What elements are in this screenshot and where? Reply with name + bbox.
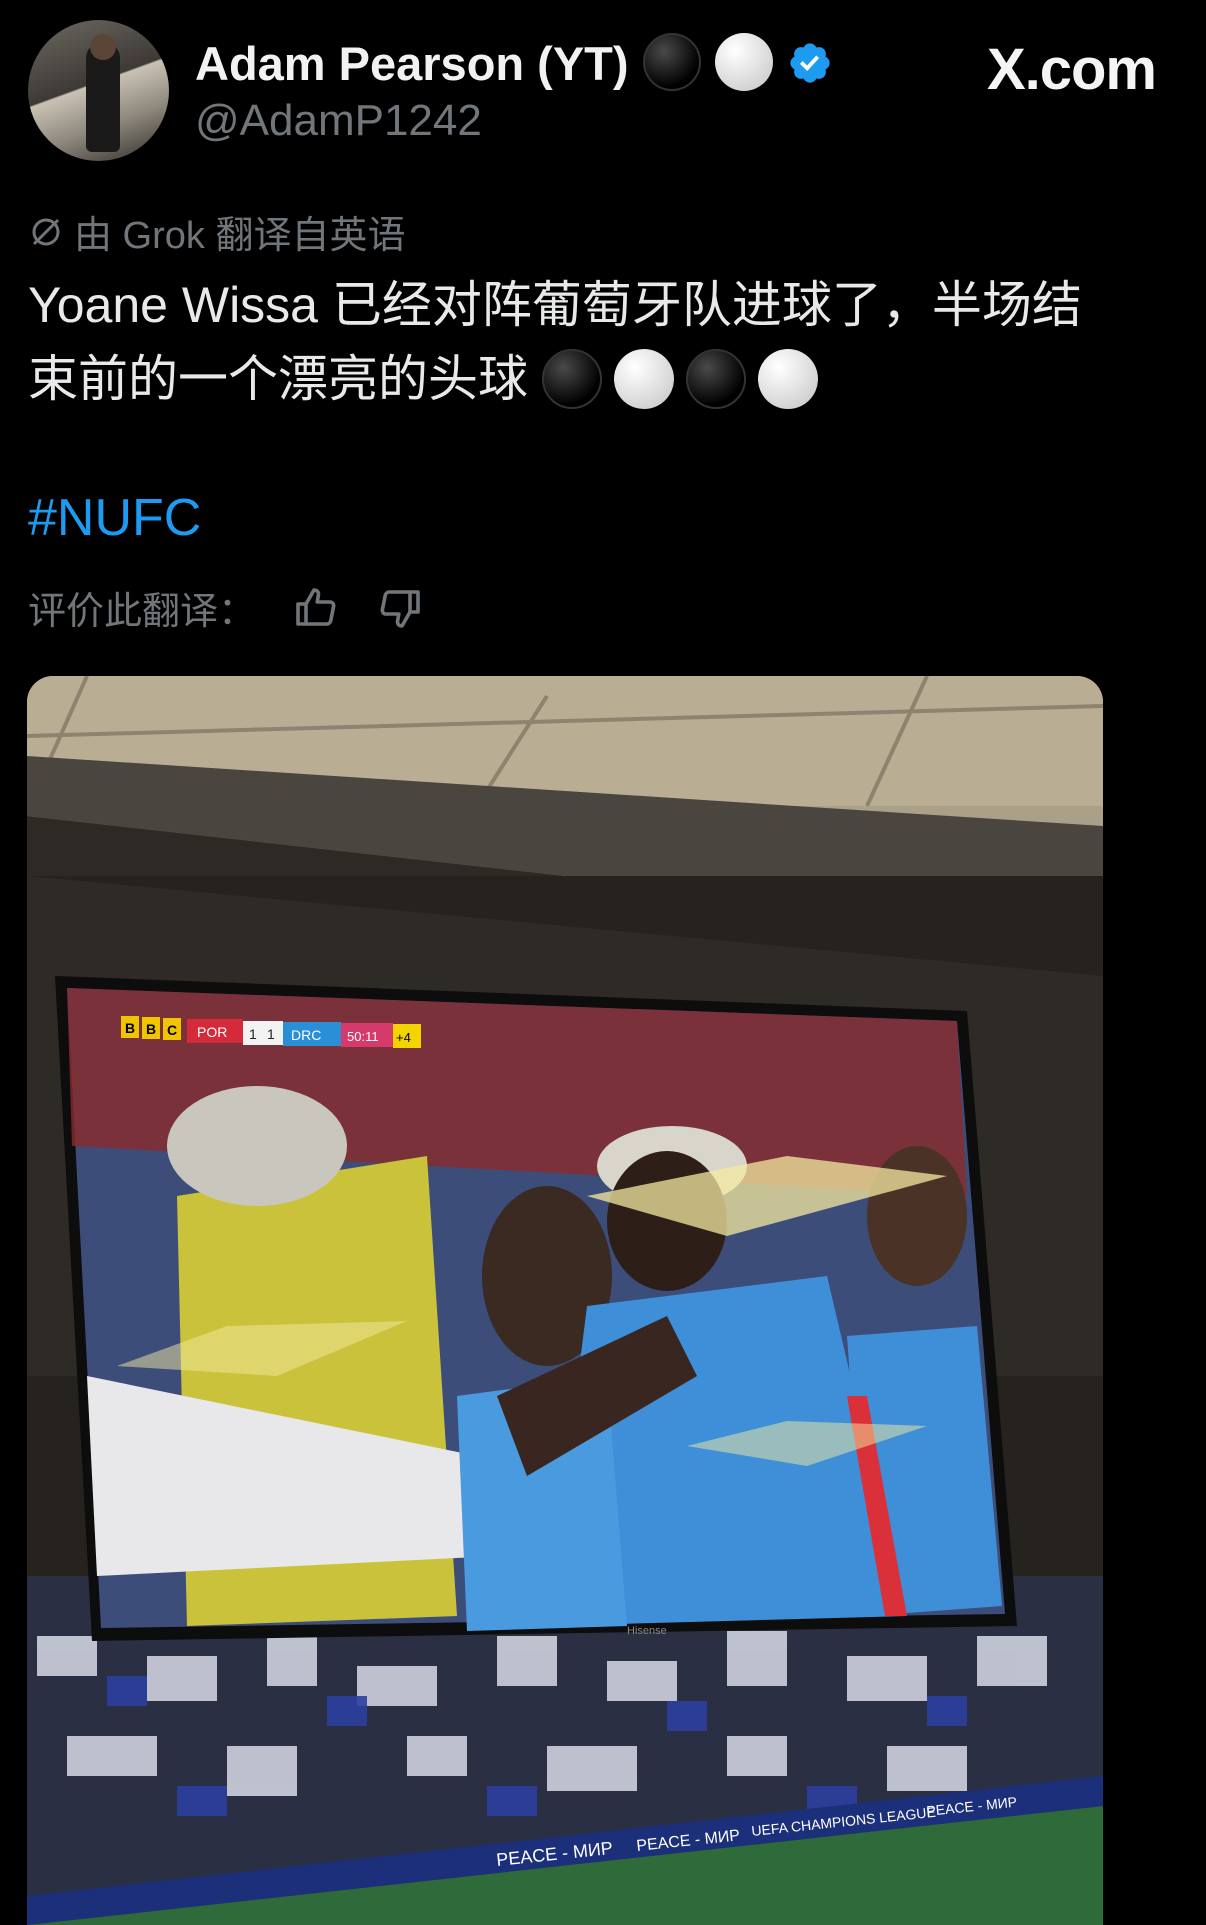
thumbs-up-icon[interactable]: [292, 584, 340, 632]
black-circle-emoji: [643, 33, 701, 91]
broadcaster-letter-1: B: [125, 1020, 135, 1036]
verified-badge-icon: [790, 43, 830, 83]
tweet-text-line-2-text: 束前的一个漂亮的头球: [28, 351, 528, 407]
avatar-head: [90, 34, 116, 60]
hashtag-link[interactable]: #NUFC: [28, 488, 201, 548]
translation-note-text: 由 Grok 翻译自英语: [74, 215, 406, 257]
tweet-text-line-2: 束前的一个漂亮的头球: [28, 342, 1178, 416]
tweet-text: Yoane Wissa 已经对阵葡萄牙队进球了，半场结 束前的一个漂亮的头球: [28, 268, 1178, 416]
white-circle-emoji: [758, 349, 818, 409]
site-watermark: X.com: [986, 37, 1157, 102]
away-team: DRC: [291, 1027, 321, 1043]
home-team: POR: [197, 1024, 227, 1040]
post-photo[interactable]: PEACE - МИР PEACE - МИР UEFA CHAMPIONS L…: [27, 676, 1103, 1925]
author-name[interactable]: Adam Pearson (YT): [195, 36, 629, 91]
tv-brand-logo: Hisense: [627, 1625, 667, 1637]
black-circle-emoji: [542, 349, 602, 409]
tweet-text-line-1: Yoane Wissa 已经对阵葡萄牙队进球了，半场结: [28, 277, 1082, 333]
photo-illustration: PEACE - МИР PEACE - МИР UEFA CHAMPIONS L…: [27, 676, 1103, 1925]
away-score: 1: [267, 1026, 275, 1042]
match-clock: 50:11: [347, 1029, 379, 1044]
avatar[interactable]: [28, 20, 169, 161]
thumbs-down-icon[interactable]: [376, 584, 424, 632]
grok-slash-icon: [32, 218, 60, 245]
white-circle-emoji: [715, 33, 773, 91]
broadcaster-letter-2: B: [146, 1021, 156, 1037]
black-circle-emoji: [686, 349, 746, 409]
translation-note[interactable]: 由 Grok 翻译自英语: [28, 204, 405, 259]
broadcaster-letter-3: C: [167, 1022, 177, 1038]
home-score: 1: [249, 1026, 257, 1042]
added-time: +4: [396, 1030, 411, 1045]
rate-translation-label: 评价此翻译：: [28, 591, 257, 633]
white-circle-emoji: [614, 349, 674, 409]
rate-translation-row: 评价此翻译：: [28, 580, 424, 635]
author-handle[interactable]: @AdamP1242: [195, 96, 482, 146]
